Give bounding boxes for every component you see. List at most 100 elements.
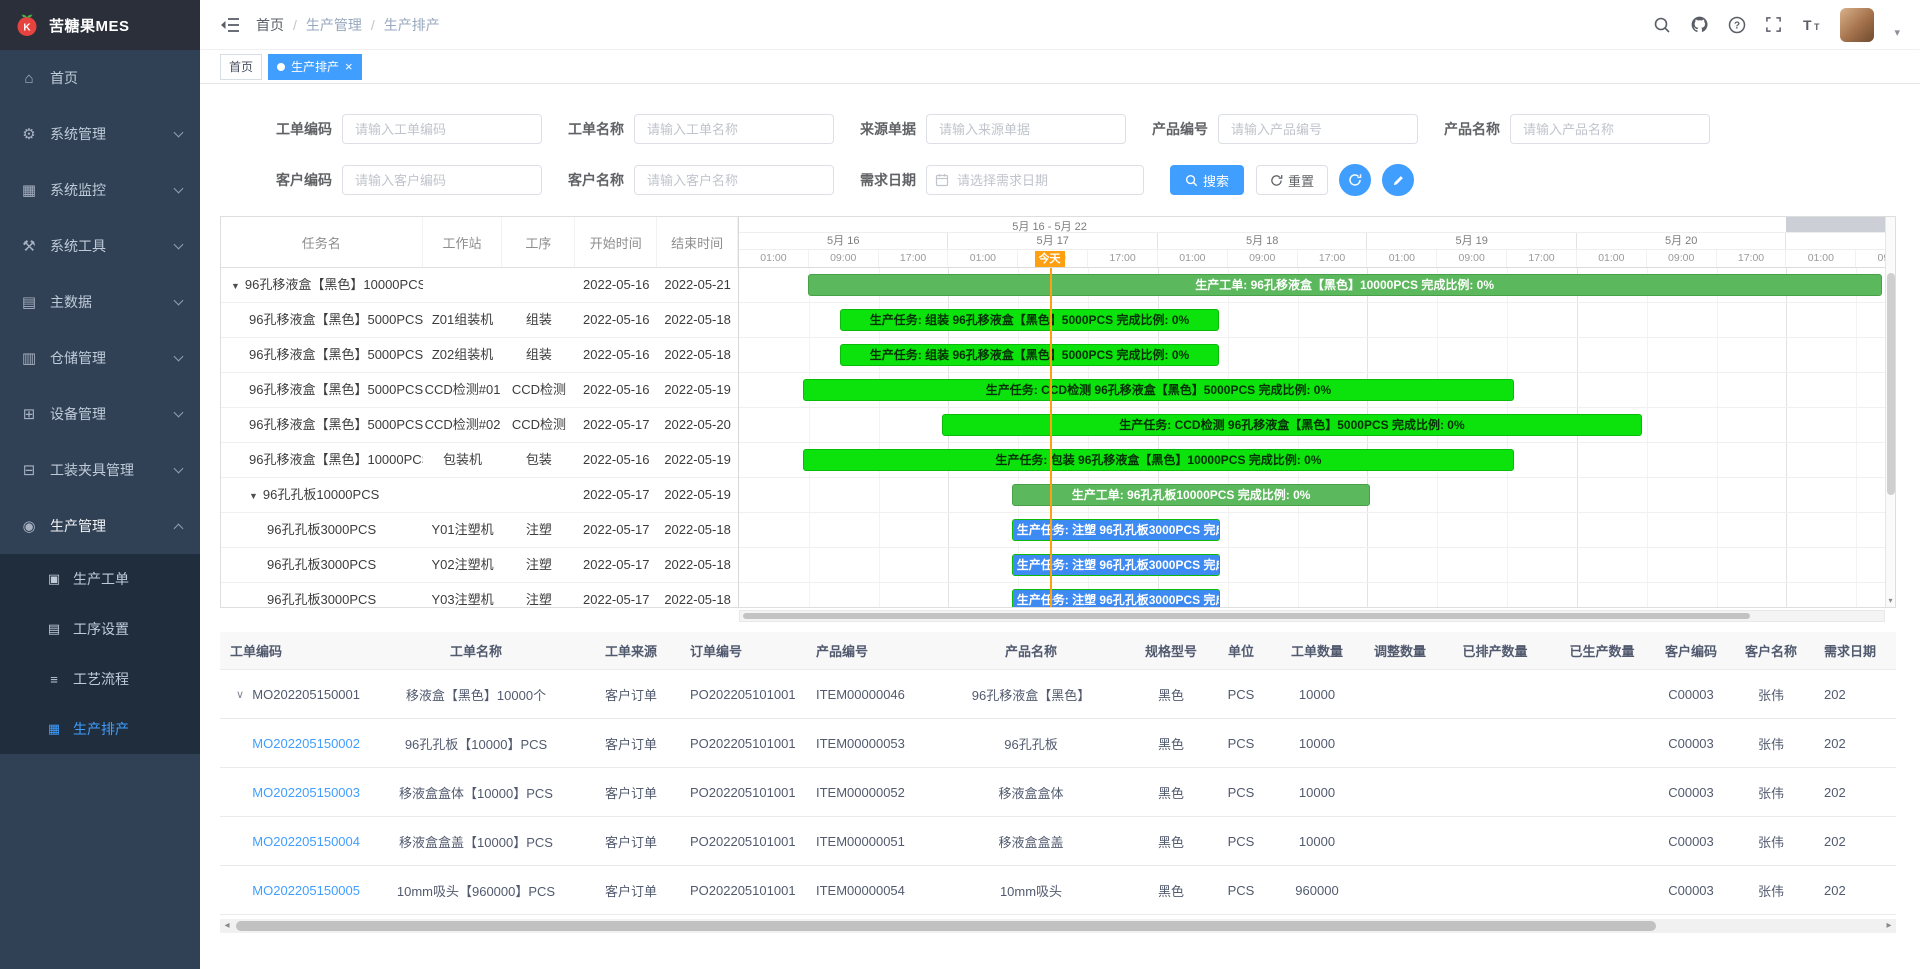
- sidebar-item-system-mgmt[interactable]: ⚙系统管理: [0, 106, 200, 162]
- filter-field-customer-name: 客户名称: [568, 165, 834, 195]
- gantt-task-row[interactable]: 96孔移液盒【黑色】5000PCSCCD检测#01CCD检测2022-05-16…: [221, 373, 738, 408]
- edit-schedule-button[interactable]: [1382, 164, 1414, 196]
- sidebar-item-system-tools[interactable]: ⚒系统工具: [0, 218, 200, 274]
- orders-cell-order_no: PO202205101001: [680, 687, 806, 702]
- order-code-link[interactable]: MO202205150004: [252, 834, 360, 849]
- order-code-link[interactable]: MO202205150005: [252, 883, 360, 898]
- help-icon[interactable]: ?: [1728, 16, 1746, 34]
- sidebar-item-master-data[interactable]: ▤主数据: [0, 274, 200, 330]
- table-row[interactable]: MO202205150004移液盒盒盖【10000】PCS客户订单PO20220…: [220, 817, 1896, 866]
- refresh-gantt-button[interactable]: [1339, 164, 1371, 196]
- gantt-task-row[interactable]: 96孔孔板3000PCSY02注塑机注塑2022-05-172022-05-18: [221, 548, 738, 583]
- gantt-bar-task[interactable]: 生产任务: 注塑 96孔孔板3000PCS 完成比例: 0%: [1012, 519, 1221, 541]
- chevron-down-icon: [174, 184, 184, 194]
- order-code-link[interactable]: MO202205150001: [252, 687, 360, 702]
- gantt-bar-task[interactable]: 生产任务: 注塑 96孔孔板3000PCS 完成比例: 0%: [1012, 589, 1221, 607]
- product-code-input[interactable]: [1218, 114, 1418, 144]
- sidebar-item-system-monitor[interactable]: ▦系统监控: [0, 162, 200, 218]
- orders-cell-unit: PCS: [1208, 785, 1274, 800]
- gantt-bar-task[interactable]: 生产任务: 组装 96孔移液盒【黑色】5000PCS 完成比例: 0%: [840, 344, 1219, 366]
- sidebar-item-production-mgmt[interactable]: ◉生产管理: [0, 498, 200, 554]
- sidebar-toggle-button[interactable]: [220, 16, 240, 34]
- gantt-bar-task[interactable]: 生产任务: 组装 96孔移液盒【黑色】5000PCS 完成比例: 0%: [840, 309, 1219, 331]
- order-code-link[interactable]: MO202205150002: [252, 736, 360, 751]
- breadcrumb-home[interactable]: 首页: [256, 15, 284, 35]
- close-tab-icon[interactable]: ×: [345, 61, 353, 73]
- app-logo[interactable]: K 苦糖果MES: [0, 0, 200, 50]
- reset-button[interactable]: 重置: [1256, 165, 1328, 195]
- gantt-task-row[interactable]: 96孔孔板3000PCSY03注塑机注塑2022-05-172022-05-18: [221, 583, 738, 607]
- sidebar-item-equipment-mgmt[interactable]: ⊞设备管理: [0, 386, 200, 442]
- scroll-left-arrow-icon[interactable]: ◂: [220, 919, 234, 933]
- expand-triangle-icon[interactable]: ▼: [231, 281, 240, 291]
- order-code-input[interactable]: [342, 114, 542, 144]
- gantt-horizontal-scrollbar[interactable]: [739, 610, 1885, 622]
- scroll-right-arrow-icon[interactable]: ▸: [1882, 919, 1896, 933]
- table-row[interactable]: MO20220515000296孔孔板【10000】PCS客户订单PO20220…: [220, 719, 1896, 768]
- gantt-bar-parent[interactable]: 生产工单: 96孔移液盒【黑色】10000PCS 完成比例: 0%: [808, 274, 1882, 296]
- gantt-vertical-scrollbar[interactable]: ▾: [1885, 217, 1895, 607]
- filter-label-source-doc: 来源单据: [860, 119, 916, 139]
- scroll-down-arrow-icon[interactable]: ▾: [1886, 595, 1895, 607]
- gantt-task-row[interactable]: 96孔孔板3000PCSY01注塑机注塑2022-05-172022-05-18: [221, 513, 738, 548]
- gantt-day-label: 5月 20: [1577, 233, 1786, 249]
- source-doc-input[interactable]: [926, 114, 1126, 144]
- gantt-day-label: 5月 16: [739, 233, 948, 249]
- tab-home[interactable]: 首页: [220, 54, 262, 80]
- gantt-end: 2022-05-18: [657, 548, 738, 583]
- search-button[interactable]: 搜索: [1170, 165, 1244, 195]
- sidebar-item-production-scheduling[interactable]: ▦生产排产: [0, 704, 200, 754]
- orders-cell-demand_date: 202: [1814, 834, 1896, 849]
- orders-cell-name: 移液盒【黑色】10000个: [370, 685, 582, 704]
- gantt-hour-label: 01:00: [739, 250, 809, 267]
- gantt-bar-task[interactable]: 生产任务: 注塑 96孔孔板3000PCS 完成比例: 0%: [1012, 554, 1221, 576]
- product-name-input[interactable]: [1510, 114, 1710, 144]
- gantt-bar-parent[interactable]: 生产工单: 96孔孔板10000PCS 完成比例: 0%: [1012, 484, 1371, 506]
- sidebar-item-fixture-mgmt[interactable]: ⊟工装夹具管理: [0, 442, 200, 498]
- sidebar-item-process-setting[interactable]: ▤工序设置: [0, 604, 200, 654]
- gantt-task-row[interactable]: 96孔移液盒【黑色】10000PCS包装机包装2022-05-162022-05…: [221, 443, 738, 478]
- table-row[interactable]: MO20220515000510mm吸头【960000】PCS客户订单PO202…: [220, 866, 1896, 915]
- table-hscroll-thumb[interactable]: [236, 921, 1656, 931]
- sidebar-item-home[interactable]: ⌂首页: [0, 50, 200, 106]
- gantt-bar-task[interactable]: 生产任务: CCD检测 96孔移液盒【黑色】5000PCS 完成比例: 0%: [942, 414, 1642, 436]
- gantt-bar-task[interactable]: 生产任务: 包装 96孔移液盒【黑色】10000PCS 完成比例: 0%: [803, 449, 1514, 471]
- customer-name-input[interactable]: [634, 165, 834, 195]
- gantt-timeline-body: 生产工单: 96孔移液盒【黑色】10000PCS 完成比例: 0% 生产任务: 组…: [739, 268, 1885, 607]
- tab-production-scheduling[interactable]: 生产排产 ×: [268, 54, 362, 80]
- sidebar-item-production-order[interactable]: ▣生产工单: [0, 554, 200, 604]
- expand-triangle-icon[interactable]: ▼: [249, 491, 258, 501]
- filter-field-source-doc: 来源单据: [860, 114, 1126, 144]
- gantt-task-row[interactable]: 96孔移液盒【黑色】5000PCSCCD检测#02CCD检测2022-05-17…: [221, 408, 738, 443]
- gantt-bar-task[interactable]: 生产任务: CCD检测 96孔移液盒【黑色】5000PCS 完成比例: 0%: [803, 379, 1514, 401]
- gantt-task-row[interactable]: ▼96孔孔板10000PCS2022-05-172022-05-19: [221, 478, 738, 513]
- demand-date-input-wrap: [926, 165, 1144, 195]
- github-icon[interactable]: [1690, 15, 1709, 34]
- table-row[interactable]: ∨MO202205150001移液盒【黑色】10000个客户订单PO202205…: [220, 670, 1896, 719]
- app-root: K 苦糖果MES ⌂首页⚙系统管理▦系统监控⚒系统工具▤主数据▥仓储管理⊞设备管…: [0, 0, 1920, 969]
- gantt-task-row[interactable]: 96孔移液盒【黑色】5000PCSZ02组装机组装2022-05-162022-…: [221, 338, 738, 373]
- gantt-hscroll-thumb[interactable]: [743, 613, 1750, 619]
- gantt-station: Y03注塑机: [423, 583, 503, 608]
- table-horizontal-scrollbar[interactable]: ◂ ▸: [220, 919, 1896, 933]
- avatar[interactable]: [1840, 8, 1874, 42]
- sidebar-item-warehouse-mgmt[interactable]: ▥仓储管理: [0, 330, 200, 386]
- search-icon[interactable]: [1653, 16, 1671, 34]
- orders-cell-order_no: PO202205101001: [680, 834, 806, 849]
- row-expand-icon[interactable]: ∨: [236, 688, 245, 701]
- order-code-link[interactable]: MO202205150003: [252, 785, 360, 800]
- gantt-task-row[interactable]: 96孔移液盒【黑色】5000PCSZ01组装机组装2022-05-162022-…: [221, 303, 738, 338]
- sidebar-item-process-flow[interactable]: ≡工艺流程: [0, 654, 200, 704]
- font-size-icon[interactable]: TT: [1801, 16, 1821, 34]
- table-row[interactable]: MO202205150003移液盒盒体【10000】PCS客户订单PO20220…: [220, 768, 1896, 817]
- customer-code-input[interactable]: [342, 165, 542, 195]
- caret-down-icon[interactable]: ▾: [1894, 26, 1900, 42]
- gantt-process: 组装: [502, 338, 575, 373]
- fullscreen-icon[interactable]: [1765, 16, 1782, 33]
- gantt-vscroll-thumb[interactable]: [1887, 273, 1895, 495]
- gantt-task-row[interactable]: ▼96孔移液盒【黑色】10000PCS2022-05-162022-05-21: [221, 268, 738, 303]
- master-data-icon: ▤: [18, 293, 40, 311]
- demand-date-input[interactable]: [926, 165, 1144, 195]
- orders-cell-customer_name: 张伟: [1728, 734, 1814, 753]
- order-name-input[interactable]: [634, 114, 834, 144]
